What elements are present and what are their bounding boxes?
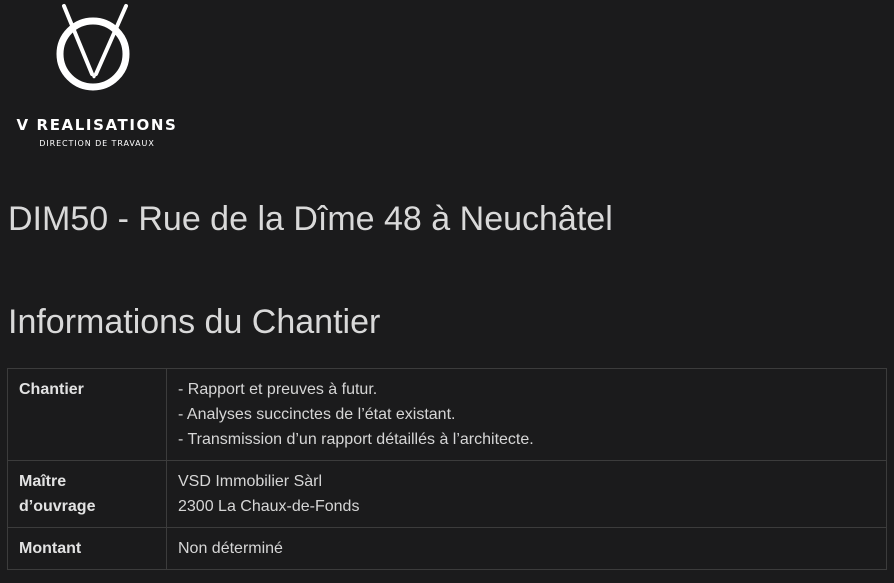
row-label-text: Montant: [19, 540, 82, 557]
project-title: DIM50 - Rue de la Dîme 48 à Neuchâtel: [8, 200, 613, 238]
value-line: - Analyses succinctes de l’état existant…: [178, 406, 456, 423]
table-row-chantier: Chantier - Rapport et preuves à futur. -…: [7, 368, 887, 461]
row-value: Non déterminé: [166, 527, 887, 570]
row-label-text: Chantier: [19, 381, 84, 398]
value-line: - Transmission d’un rapport détaillés à …: [178, 431, 534, 448]
value-line: 2300 La Chaux-de-Fonds: [178, 498, 360, 515]
value-line: - Rapport et preuves à futur.: [178, 381, 378, 398]
site-info-table: Chantier - Rapport et preuves à futur. -…: [7, 368, 887, 570]
section-title: Informations du Chantier: [8, 303, 381, 341]
row-label: Chantier: [7, 368, 167, 461]
logo-subtitle: DIRECTION DE TRAVAUX: [39, 139, 155, 148]
row-label: Maître d’ouvrage: [7, 460, 167, 528]
row-label-text: d’ouvrage: [19, 498, 96, 515]
row-value: - Rapport et preuves à futur. - Analyses…: [166, 368, 887, 461]
row-label-text: Maître: [19, 473, 67, 490]
logo-title: V REALISATIONS: [16, 116, 178, 134]
table-row-montant: Montant Non déterminé: [7, 527, 887, 570]
value-line: Non déterminé: [178, 540, 283, 557]
table-row-maitre-ouvrage: Maître d’ouvrage VSD Immobilier Sàrl 230…: [7, 460, 887, 528]
v-realisations-logo-icon: [56, 4, 130, 91]
row-value: VSD Immobilier Sàrl 2300 La Chaux-de-Fon…: [166, 460, 887, 528]
row-label: Montant: [7, 527, 167, 570]
company-logo[interactable]: V REALISATIONS DIRECTION DE TRAVAUX: [0, 0, 200, 160]
value-line: VSD Immobilier Sàrl: [178, 473, 323, 490]
